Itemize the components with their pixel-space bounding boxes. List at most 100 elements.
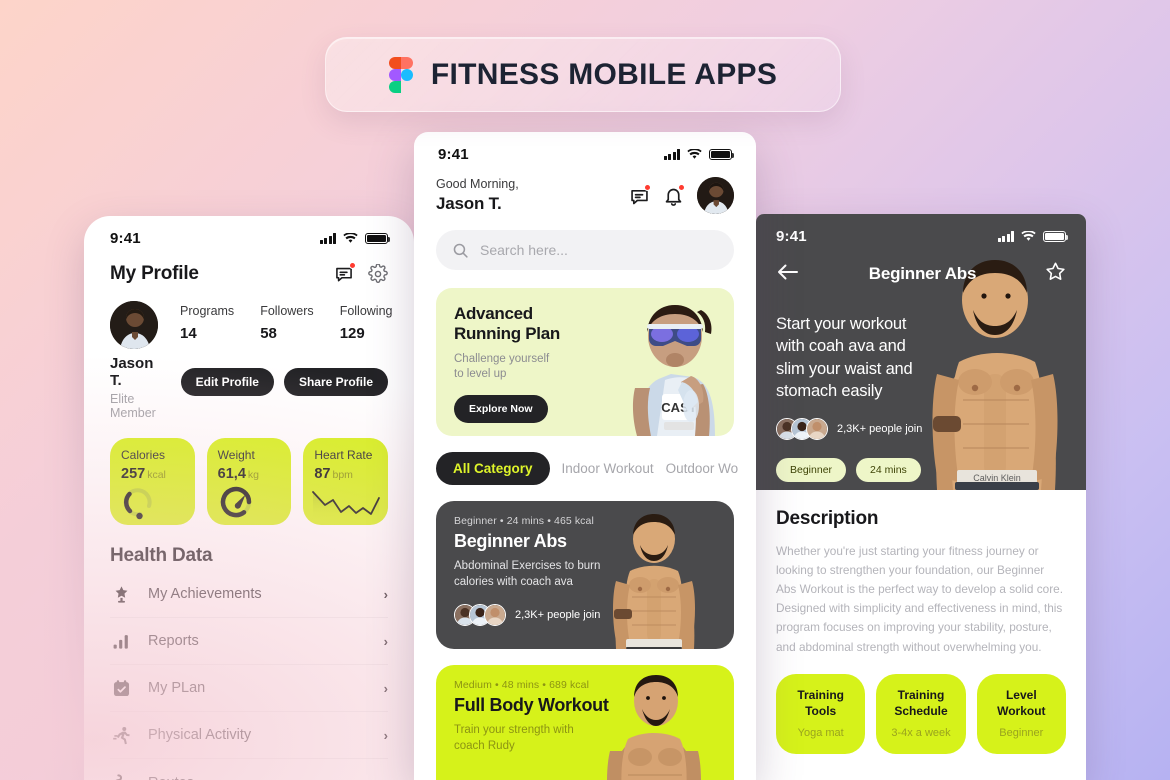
category-tabs: All Category Indoor Workout Outdoor Wo bbox=[414, 436, 756, 485]
metric-unit: bpm bbox=[332, 469, 353, 481]
avatar[interactable] bbox=[697, 177, 734, 214]
metric-card-weight[interactable]: Weight 61,4 kg bbox=[206, 438, 292, 525]
stat-value: 129 bbox=[339, 325, 365, 342]
status-bar: 9:41 bbox=[414, 132, 756, 167]
avatar bbox=[484, 604, 506, 627]
facepile bbox=[776, 418, 828, 441]
profile-tier: Elite Member bbox=[110, 392, 156, 420]
star-icon[interactable] bbox=[1045, 261, 1066, 287]
workout-level: Beginner bbox=[454, 515, 497, 527]
workout-desc-line1: Abdominal Exercises to burn bbox=[454, 560, 601, 572]
list-item-routes[interactable]: Routes › bbox=[110, 759, 388, 780]
avatar bbox=[806, 418, 828, 441]
bell-icon[interactable] bbox=[663, 183, 685, 206]
metric-title: Heart Rate bbox=[314, 448, 373, 462]
status-time: 9:41 bbox=[776, 228, 807, 245]
wifi-icon bbox=[687, 149, 702, 159]
banner-subtitle-line1: Challenge yourself bbox=[454, 352, 550, 365]
user-name: Jason T. bbox=[436, 194, 502, 213]
status-time: 9:41 bbox=[438, 146, 469, 163]
joiners-row: 2,3K+ people join bbox=[454, 604, 636, 627]
wifi-icon bbox=[1021, 231, 1036, 241]
share-profile-button[interactable]: Share Profile bbox=[283, 368, 388, 396]
banner-subtitle-line2: to level up bbox=[454, 368, 507, 381]
workout-calories: 689 kcal bbox=[549, 679, 590, 691]
metric-card-calories[interactable]: Calories 257 kcal bbox=[110, 438, 195, 525]
health-data-list: My Achievements › Reports › My PLan › Ph… bbox=[110, 571, 388, 780]
info-title-line2: Tools bbox=[805, 703, 837, 718]
hero-headline-line4: stomach easily bbox=[776, 381, 883, 400]
info-title-line2: Schedule bbox=[894, 703, 948, 718]
info-value: 3-4x a week bbox=[891, 727, 951, 740]
gear-icon[interactable] bbox=[368, 263, 388, 284]
cellular-signal-icon bbox=[997, 231, 1014, 242]
description-body: Whether you're just starting your fitnes… bbox=[776, 544, 1063, 654]
workout-duration: 24 mins bbox=[506, 515, 545, 527]
chevron-right-icon: › bbox=[383, 586, 388, 602]
workout-calories: 465 kcal bbox=[554, 515, 594, 527]
metric-value: 61,4 bbox=[217, 466, 246, 482]
metric-card-heart-rate[interactable]: Heart Rate 87 bpm bbox=[303, 438, 389, 525]
workout-title: Beginner Abs bbox=[454, 531, 567, 551]
workout-hero: 9:41 Beginner Abs Start your workout wit… bbox=[756, 214, 1086, 490]
ring-gauge-icon bbox=[123, 488, 152, 520]
message-icon[interactable] bbox=[629, 183, 651, 206]
workout-level: Medium bbox=[454, 679, 492, 691]
detail-navbar: Beginner Abs bbox=[756, 247, 1086, 287]
info-value: Beginner bbox=[999, 727, 1044, 740]
status-bar: 9:41 bbox=[110, 216, 391, 253]
trophy-star-icon bbox=[110, 585, 132, 604]
list-item-physical-activity[interactable]: Physical Activity › bbox=[110, 712, 388, 759]
explore-now-button[interactable]: Explore Now bbox=[454, 394, 548, 423]
notification-badge bbox=[678, 183, 685, 191]
info-card-level-workout[interactable]: Level Workout Beginner bbox=[976, 673, 1066, 754]
route-icon bbox=[110, 773, 132, 780]
chevron-right-icon: › bbox=[384, 775, 388, 780]
speedometer-icon bbox=[220, 486, 251, 518]
metric-cards: Calories 257 kcal Weight 61,4 kg Heart R… bbox=[110, 438, 389, 525]
list-item-label: Physical Activity bbox=[148, 727, 252, 743]
info-card-training-schedule[interactable]: Training Schedule 3-4x a week bbox=[876, 673, 966, 754]
wifi-icon bbox=[343, 233, 358, 243]
stat-followers: Followers 58 bbox=[260, 304, 314, 349]
stat-value: 58 bbox=[260, 325, 277, 342]
workout-title: Full Body Workout bbox=[454, 695, 609, 715]
edit-profile-button[interactable]: Edit Profile bbox=[180, 368, 274, 396]
stat-label: Followers bbox=[260, 304, 314, 318]
joiners-count: 2,3K+ people join bbox=[515, 609, 601, 622]
meta-separator: • bbox=[547, 515, 551, 527]
workout-card-beginner-abs[interactable]: Beginner • 24 mins • 465 kcal Beginner A… bbox=[436, 501, 734, 649]
detail-title: Beginner Abs bbox=[868, 264, 977, 283]
search-input[interactable]: Search here... bbox=[436, 230, 734, 270]
phone-screen-home: 9:41 Good Morning, Jason T. Search here.… bbox=[414, 132, 756, 780]
workout-duration: 48 mins bbox=[501, 679, 540, 691]
back-arrow-icon[interactable] bbox=[776, 262, 800, 287]
info-card-training-tools[interactable]: Training Tools Yoga mat bbox=[776, 673, 866, 754]
list-item-label: My Achievements bbox=[148, 586, 262, 602]
battery-icon bbox=[709, 148, 735, 161]
list-item-my-plan[interactable]: My PLan › bbox=[110, 665, 388, 712]
search-placeholder: Search here... bbox=[480, 242, 568, 258]
message-icon[interactable] bbox=[334, 262, 356, 284]
tab-outdoor-workout[interactable]: Outdoor Wo bbox=[666, 461, 739, 476]
workout-meta: Beginner • 24 mins • 465 kcal bbox=[454, 515, 636, 527]
workout-card-full-body-workout[interactable]: Medium • 48 mins • 689 kcal Full Body Wo… bbox=[436, 665, 734, 780]
figma-logo-icon bbox=[388, 56, 413, 93]
avatar bbox=[110, 301, 158, 349]
metric-unit: kcal bbox=[147, 469, 166, 481]
female-runner-photo: CAST bbox=[632, 305, 715, 436]
promo-banner-card[interactable]: Advanced Running Plan Challenge yourself… bbox=[436, 288, 734, 436]
banner-title-line1: Advanced bbox=[454, 304, 533, 323]
tab-all-category[interactable]: All Category bbox=[436, 452, 550, 485]
hero-headline-line1: Start your workout bbox=[776, 315, 907, 333]
svg-text:Calvin Klein: Calvin Klein bbox=[973, 473, 1021, 483]
status-bar: 9:41 bbox=[756, 214, 1086, 247]
chevron-right-icon: › bbox=[383, 680, 388, 696]
list-item-my-achievements[interactable]: My Achievements › bbox=[110, 571, 388, 618]
list-item-reports[interactable]: Reports › bbox=[110, 618, 388, 665]
running-person-icon bbox=[110, 726, 132, 745]
info-title-line1: Training bbox=[797, 688, 844, 703]
line-chart-icon bbox=[312, 491, 381, 520]
search-icon bbox=[453, 243, 468, 258]
tab-indoor-workout[interactable]: Indoor Workout bbox=[562, 461, 654, 476]
